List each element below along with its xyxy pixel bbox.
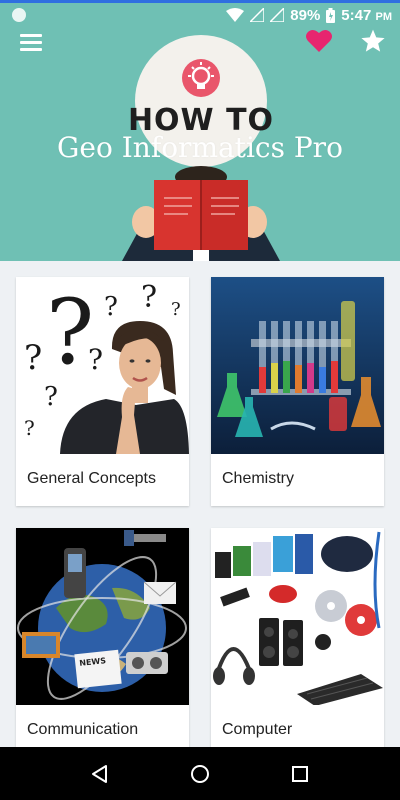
clock-ampm: PM bbox=[375, 10, 393, 23]
category-label: Chemistry bbox=[222, 470, 295, 487]
app-screen: 89% 5:47 PM HOW TO Geo Informatics Pro ?… bbox=[0, 0, 400, 800]
category-card-computer[interactable]: Computer bbox=[211, 528, 384, 747]
star-icon bbox=[361, 29, 385, 52]
back-icon bbox=[92, 765, 107, 783]
back-button[interactable] bbox=[88, 762, 112, 786]
svg-text:?: ? bbox=[104, 292, 118, 322]
recents-icon bbox=[292, 766, 308, 782]
red-book-icon bbox=[154, 180, 248, 250]
general-concepts-image: ? ? ? ? ? ? ? ? bbox=[16, 277, 189, 454]
notification-dot-icon bbox=[12, 8, 26, 22]
system-navigation-bar bbox=[0, 747, 400, 800]
category-label: General Concepts bbox=[27, 470, 156, 487]
svg-text:?: ? bbox=[171, 299, 181, 320]
chemistry-image bbox=[211, 277, 384, 454]
hamburger-menu-icon-bar-2 bbox=[20, 41, 42, 44]
home-icon bbox=[191, 765, 209, 783]
globe-communication-icon: NEWS bbox=[16, 528, 189, 705]
hamburger-menu-icon-bar-3 bbox=[20, 48, 42, 51]
computer-peripherals-icon bbox=[211, 528, 384, 705]
category-card-chemistry[interactable]: Chemistry bbox=[211, 277, 384, 506]
header-banner: HOW TO Geo Informatics Pro bbox=[0, 28, 400, 261]
battery-percent: 89% bbox=[290, 6, 321, 24]
communication-image: NEWS bbox=[16, 528, 189, 705]
status-bar-accent bbox=[0, 0, 400, 3]
lightbulb-icon bbox=[182, 59, 220, 97]
heart-icon bbox=[306, 29, 332, 52]
signal-icon-2 bbox=[270, 8, 285, 22]
signal-icon bbox=[250, 8, 265, 22]
rate-button[interactable] bbox=[360, 28, 388, 54]
chemistry-flasks-icon bbox=[211, 277, 384, 454]
computer-image bbox=[211, 528, 384, 705]
home-button[interactable] bbox=[188, 762, 212, 786]
svg-text:?: ? bbox=[24, 416, 35, 440]
favorite-button[interactable] bbox=[305, 28, 333, 54]
svg-text:?: ? bbox=[141, 280, 157, 315]
category-card-communication[interactable]: NEWS Communication bbox=[16, 528, 189, 747]
category-label: Communication bbox=[27, 721, 139, 738]
svg-text:?: ? bbox=[88, 343, 103, 376]
category-grid: ? ? ? ? ? ? ? ? General Concepts Chemist… bbox=[0, 261, 400, 747]
app-title: Geo Informatics Pro bbox=[57, 131, 343, 164]
category-label: Computer bbox=[222, 721, 293, 738]
status-icons: 89% 5:47 PM bbox=[226, 5, 392, 25]
clock-time: 5:47 bbox=[341, 6, 372, 24]
clock: 5:47 PM bbox=[341, 7, 392, 24]
hamburger-menu-icon-bar-1 bbox=[20, 34, 42, 37]
battery-icon bbox=[326, 7, 336, 23]
svg-text:?: ? bbox=[44, 382, 58, 412]
svg-text:?: ? bbox=[24, 338, 42, 378]
category-card-general-concepts[interactable]: ? ? ? ? ? ? ? ? General Concepts bbox=[16, 277, 189, 506]
recents-button[interactable] bbox=[288, 762, 312, 786]
menu-button[interactable] bbox=[18, 30, 44, 54]
wifi-icon bbox=[226, 8, 245, 22]
woman-thinking-question-marks-icon: ? ? ? ? ? ? ? ? bbox=[24, 280, 189, 454]
status-bar: 89% 5:47 PM bbox=[0, 0, 400, 28]
